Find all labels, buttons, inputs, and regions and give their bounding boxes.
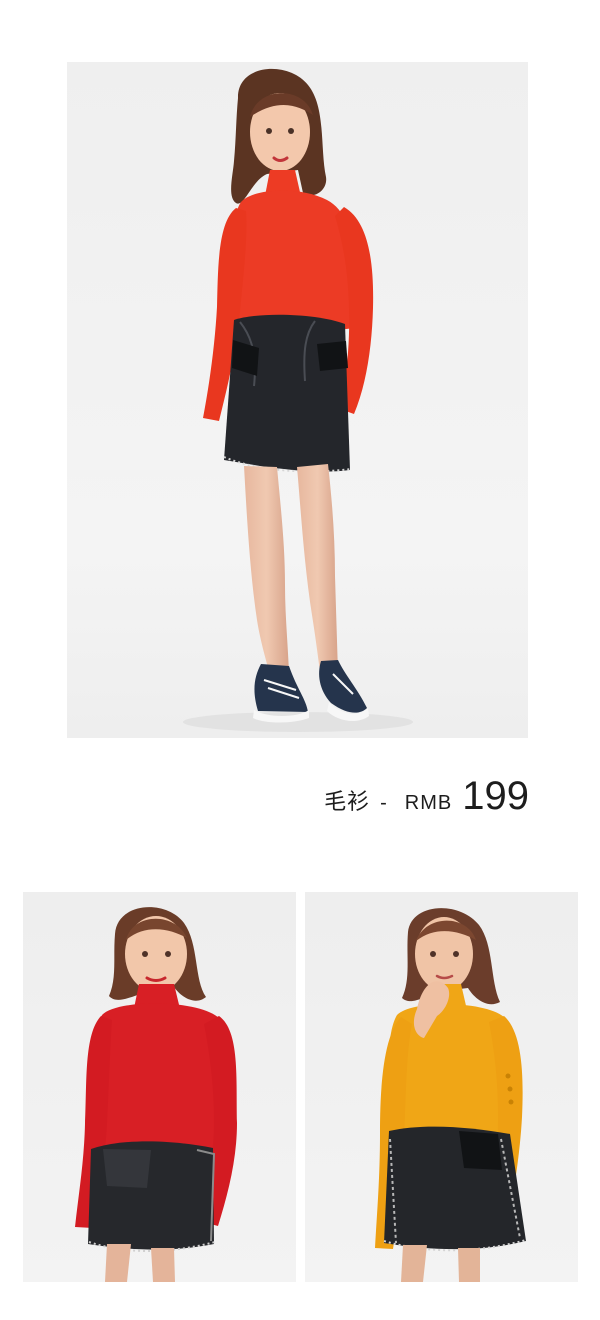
- caption-separator: -: [380, 792, 387, 814]
- currency-label: RMB: [404, 792, 453, 814]
- product-price: 199: [462, 774, 529, 818]
- hero-product-photo: [67, 62, 528, 738]
- product-name: 毛衫: [324, 790, 371, 815]
- red-sweater-detail-photo: [23, 892, 296, 1282]
- model-mustard-turtleneck-photo: [305, 892, 578, 1282]
- model-red-turtleneck-photo: [23, 892, 296, 1282]
- mustard-sweater-detail-photo: [305, 892, 578, 1282]
- product-price-caption: 毛衫 - RMB 199: [324, 774, 529, 819]
- model-full-body-red-turtleneck-photo: [67, 62, 528, 738]
